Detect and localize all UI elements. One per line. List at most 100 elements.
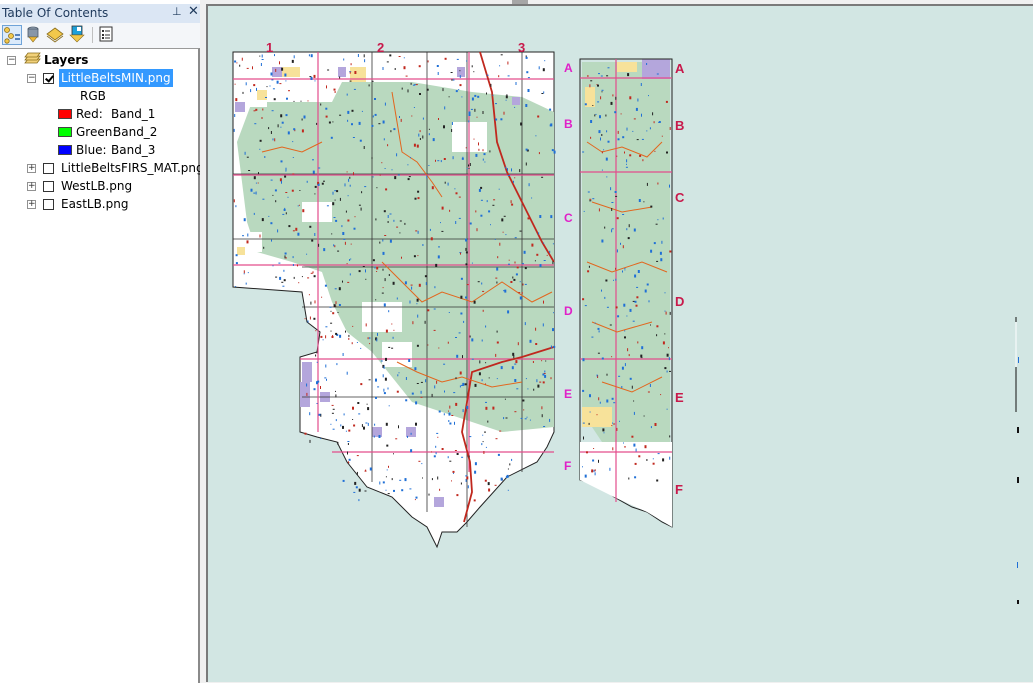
layer-item[interactable]: + LittleBeltsFIRS_MAT.png (0, 159, 204, 177)
map-feature-mark (274, 138, 276, 142)
map-feature-mark (466, 406, 469, 409)
map-feature-mark (634, 476, 637, 479)
list-by-visibility-button[interactable] (46, 25, 66, 45)
map-feature-mark (594, 469, 596, 472)
map-feature-mark (623, 442, 624, 444)
map-feature-mark (304, 432, 307, 435)
map-feature-mark (413, 255, 416, 258)
map-feature-mark (364, 470, 367, 472)
map-feature-mark (306, 392, 308, 396)
map-feature-mark (364, 186, 367, 188)
layer-name[interactable]: LittleBeltsMIN.png (59, 69, 173, 87)
map-feature-mark (376, 266, 379, 270)
map-feature-mark (482, 290, 485, 292)
map-feature-mark (286, 97, 288, 100)
map-feature-mark (458, 89, 460, 91)
map-feature-mark (486, 200, 488, 203)
map-feature-mark (408, 359, 411, 362)
map-feature-mark (455, 192, 458, 195)
map-feature-mark (636, 286, 639, 288)
map-feature-mark (361, 110, 363, 112)
map-feature-mark (330, 310, 332, 312)
map-feature-mark (309, 76, 312, 78)
map-feature-mark (466, 60, 468, 62)
map-feature-mark (514, 411, 517, 413)
map-feature-mark (332, 408, 335, 410)
map-feature-mark (623, 303, 626, 307)
map-feature-mark (499, 242, 501, 246)
map-feature-mark (601, 91, 603, 93)
map-feature-mark (646, 63, 648, 65)
band-name: Band_2 (113, 125, 158, 139)
map-feature-mark (656, 334, 658, 337)
map-feature-mark (312, 159, 314, 161)
map-feature-mark (586, 451, 588, 454)
map-feature-mark (666, 353, 669, 357)
options-button[interactable] (97, 25, 117, 45)
map-feature-mark (591, 469, 594, 473)
map-feature-mark (593, 448, 595, 449)
map-feature-mark (343, 413, 345, 416)
map-feature-mark (438, 347, 440, 349)
layer-name[interactable]: EastLB.png (61, 195, 128, 213)
map-feature-mark (362, 266, 365, 267)
layer-item[interactable]: − LittleBeltsMIN.png (0, 69, 190, 87)
map-feature-mark (549, 250, 551, 253)
expand-toggle[interactable]: + (27, 182, 36, 191)
map-feature-mark (656, 73, 659, 75)
map-feature-mark (606, 130, 608, 133)
layer-visibility-checkbox[interactable] (43, 199, 54, 210)
map-feature-mark (474, 94, 477, 97)
map-feature-mark (481, 282, 483, 285)
pin-icon[interactable]: ⊥ (172, 5, 182, 18)
map-feature-mark (469, 335, 471, 338)
close-icon[interactable]: ✕ (188, 4, 199, 19)
map-feature-mark (503, 290, 506, 292)
map-feature-mark (514, 177, 516, 179)
list-by-drawing-order-button[interactable] (2, 25, 22, 45)
collapse-toggle[interactable]: − (27, 74, 36, 83)
list-by-selection-button[interactable] (68, 25, 88, 45)
map-feature-mark (633, 400, 635, 402)
map-feature-mark (478, 148, 480, 151)
layer-item[interactable]: + EastLB.png (0, 195, 190, 213)
layer-name[interactable]: WestLB.png (61, 177, 132, 195)
map-feature-mark (383, 392, 386, 395)
map-feature-mark (316, 381, 318, 385)
map-feature-mark (381, 162, 383, 164)
map-feature-mark (550, 377, 552, 380)
layer-item[interactable]: + WestLB.png (0, 177, 190, 195)
map-feature-mark (253, 110, 256, 112)
layer-visibility-checkbox[interactable] (43, 163, 54, 174)
map-feature-mark (495, 277, 498, 279)
layers-root[interactable]: − Layers (0, 51, 190, 69)
map-canvas[interactable]: 1 2 3 A B C D E F A B C D E F (208, 6, 1033, 682)
list-by-source-button[interactable] (24, 25, 44, 45)
expand-toggle[interactable]: + (27, 164, 36, 173)
map-feature-mark (384, 235, 387, 236)
map-feature-mark (615, 96, 617, 100)
map-feature-mark (597, 327, 600, 330)
map-feature-mark (460, 295, 463, 299)
map-feature-mark (584, 305, 587, 307)
map-feature-mark (468, 168, 470, 169)
expand-toggle[interactable]: + (27, 200, 36, 209)
map-feature-mark (539, 215, 542, 218)
map-feature-mark (280, 114, 283, 118)
map-feature-mark (595, 113, 597, 115)
layer-visibility-checkbox[interactable] (43, 73, 54, 84)
layer-visibility-checkbox[interactable] (43, 181, 54, 192)
map-feature-mark (396, 297, 398, 300)
map-feature-mark (527, 388, 529, 390)
map-feature-mark (606, 75, 609, 77)
map-feature-mark (266, 86, 268, 88)
map-feature-mark (393, 453, 394, 455)
map-feature-mark (553, 312, 555, 314)
map-data-frame[interactable]: 1 2 3 A B C D E F A B C D E F (206, 4, 1033, 682)
layer-name[interactable]: LittleBeltsFIRS_MAT.png (61, 159, 204, 177)
map-feature-mark (450, 72, 453, 73)
map-feature-mark (358, 499, 360, 502)
collapse-toggle[interactable]: − (7, 56, 16, 65)
map-feature-mark (598, 330, 600, 333)
map-feature-mark (461, 384, 463, 386)
